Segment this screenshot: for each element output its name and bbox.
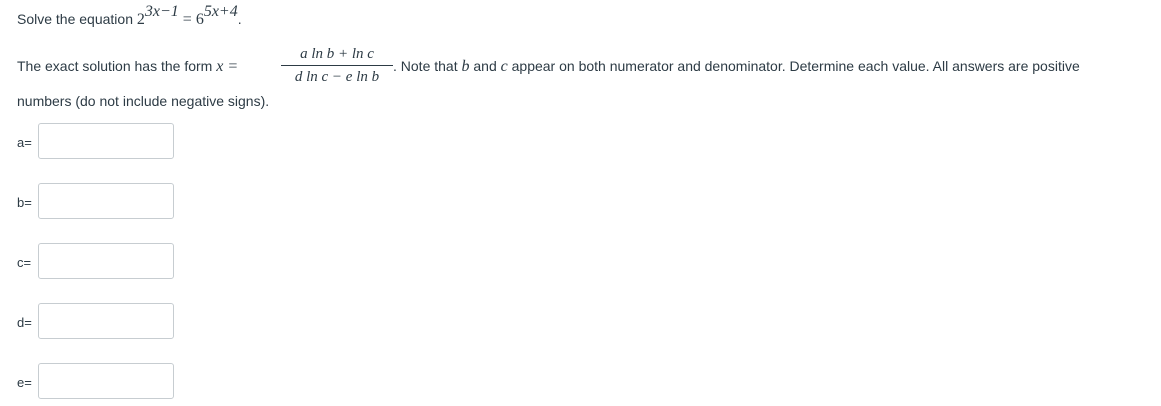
note-text-start: . Note that	[393, 58, 462, 74]
equation-left-base: 2	[136, 11, 145, 28]
answer-input-d[interactable]	[38, 303, 174, 339]
fraction-numerator: a ln b + ln c	[281, 44, 393, 66]
answer-input-c[interactable]	[38, 243, 174, 279]
fraction-denominator: d ln c − e ln b	[294, 69, 380, 85]
solution-form-text: The exact solution has the form	[17, 58, 217, 74]
answer-row-d: d=	[17, 303, 174, 341]
answer-label-b: b=	[17, 194, 32, 210]
answer-label-e: e=	[17, 374, 32, 390]
solution-form-lhs: x =	[216, 58, 239, 75]
answer-input-e[interactable]	[38, 363, 174, 399]
note-var-c: c	[500, 58, 508, 75]
answer-label-a: a=	[17, 134, 32, 150]
solution-fraction: a ln b + ln c d ln c − e ln b	[281, 44, 393, 87]
solution-note: . Note that b and c appear on both numer…	[393, 56, 1080, 77]
answer-label-c: c=	[17, 254, 32, 270]
answer-input-a[interactable]	[38, 123, 174, 159]
answer-row-c: c=	[17, 243, 174, 281]
answer-input-b[interactable]	[38, 183, 174, 219]
answer-label-d: d=	[17, 314, 32, 330]
equation-equals: =	[178, 11, 196, 28]
equation-right-base: 6	[195, 11, 204, 28]
question-line-3: numbers (do not include negative signs).	[17, 93, 270, 109]
equation-right-exponent: 5x+4	[203, 3, 238, 20]
equation-left-exponent: 3x−1	[144, 3, 179, 20]
note-text-and: and	[469, 58, 501, 74]
note-text-end: appear on both numerator and denominator…	[507, 58, 1080, 74]
question-intro-text: Solve the equation	[17, 11, 137, 27]
solution-form-intro: The exact solution has the form x =	[17, 56, 238, 77]
equation-period: .	[237, 11, 242, 27]
question-line-1: Solve the equation 23x−1 = 65x+4.	[17, 4, 242, 30]
answer-row-a: a=	[17, 123, 174, 161]
answer-row-b: b=	[17, 183, 174, 221]
answer-row-e: e=	[17, 363, 174, 401]
